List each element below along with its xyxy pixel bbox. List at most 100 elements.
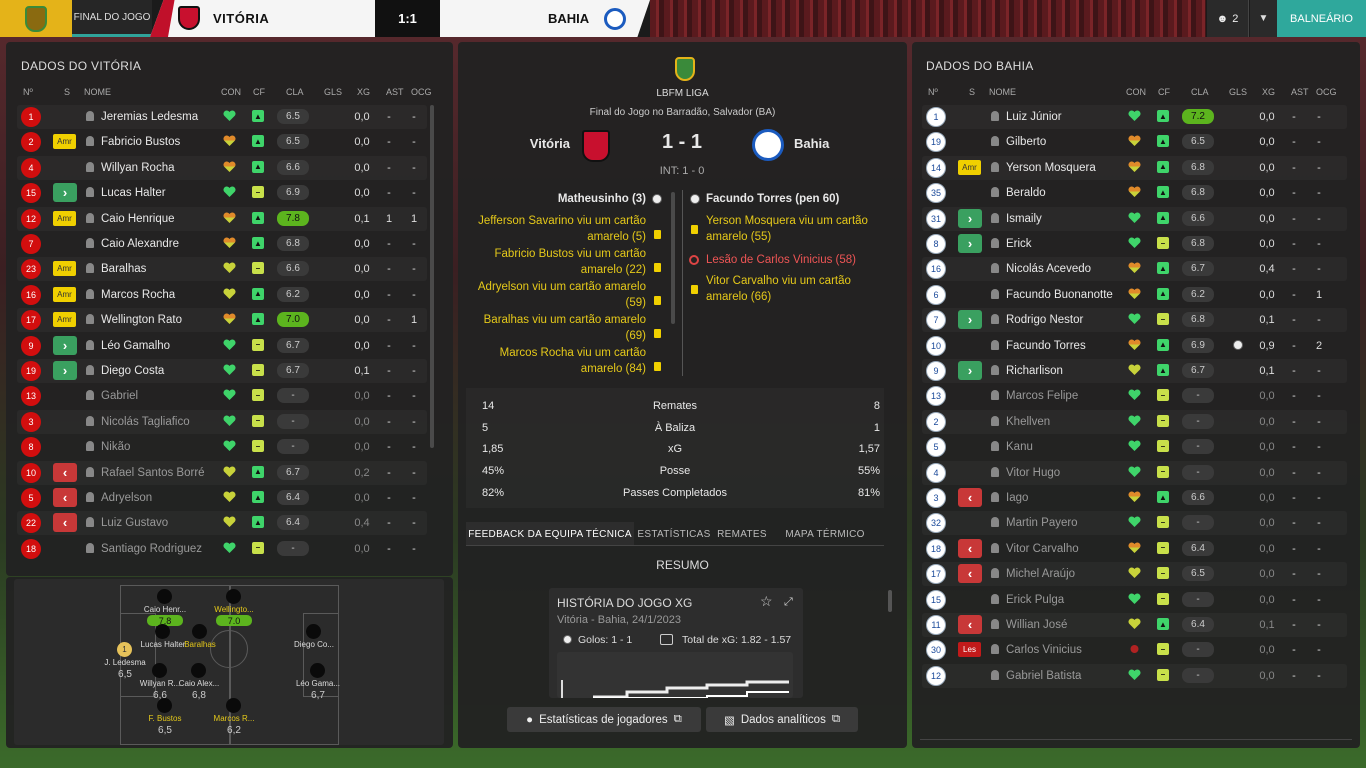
analytics-button[interactable]: ▧ Dados analíticos ⧉ [706,707,858,732]
player-name[interactable]: Ismaily [1006,213,1042,225]
player-row[interactable]: 31 › Ismaily ▲ 6.6 0,0 - - [922,207,1347,231]
player-name[interactable]: Facundo Buonanotte [1006,289,1113,301]
player-row[interactable]: 18 Santiago Rodriguez – -0,0- - [17,537,427,561]
player-row[interactable]: 16 Amr Marcos Rocha ▲ 6.2 0,0 - - [17,283,427,307]
player-name[interactable]: Willyan Rocha [101,162,175,174]
player-name[interactable]: Léo Gamalho [101,340,170,352]
center-away-team[interactable]: Bahia [794,136,829,151]
player-row[interactable]: 3 ‹ Iago ▲ 6.6 0,0 - - [922,486,1347,510]
player-name[interactable]: Luiz Gustavo [101,517,168,529]
player-row[interactable]: 9 › Léo Gamalho –6.7 0,0 - - [17,334,427,358]
player-row[interactable]: 13 Gabriel – -0,0- - [17,384,427,408]
player-marker[interactable] [192,624,207,639]
player-stats-button[interactable]: ● Estatísticas de jogadores ⧉ [507,707,701,732]
player-row[interactable]: 32 Martin Payero – -0,0- - [922,511,1347,535]
player-name[interactable]: Martin Payero [1006,517,1078,529]
player-row[interactable]: 15 Erick Pulga – -0,0- - [922,588,1347,612]
player-marker[interactable] [157,698,172,713]
player-name[interactable]: Jeremias Ledesma [101,111,198,123]
player-row[interactable]: 7 Caio Alexandre ▲ 6.8 0,0 - - [17,232,427,256]
star-icon[interactable]: ☆ [760,593,773,610]
league-logo[interactable] [0,0,72,37]
tab-0[interactable]: FEEDBACK DA EQUIPA TÉCNICA [466,522,634,546]
player-row[interactable]: 17 ‹ Michel Araújo –6.5 0,0 - - [922,562,1347,586]
player-row[interactable]: 9 › Richarlison ▲ 6.7 0,1 - - [922,359,1347,383]
player-name[interactable]: Erick [1006,238,1032,250]
tab-1[interactable]: ESTATÍSTICAS [634,522,714,546]
player-row[interactable]: 23 Amr Baralhas –6.6 0,0 - - [17,257,427,281]
player-name[interactable]: Lucas Halter [101,187,166,199]
player-marker[interactable] [155,624,170,639]
player-name[interactable]: Beraldo [1006,187,1046,199]
player-name[interactable]: Marcos Rocha [101,289,175,301]
player-row[interactable]: 17 Amr Wellington Rato ▲ 7.0 0,0 - 1 [17,308,427,332]
player-row[interactable]: 8 › Erick – 6.8 0,0 - - [922,232,1347,256]
player-marker[interactable] [226,589,241,604]
player-marker[interactable] [226,698,241,713]
player-row[interactable]: 1 Luiz Júnior ▲ 7.2 0,0 - - [922,105,1347,129]
player-name[interactable]: Rafael Santos Borré [101,467,205,479]
player-row[interactable]: 2 Khellven – -0,0- - [922,410,1347,434]
balneario-button[interactable]: BALNEÁRIO [1277,0,1366,37]
home-scrollbar[interactable] [430,105,434,448]
player-row[interactable]: 30 Les Carlos Vinicius – -0,0- - [922,638,1347,662]
player-name[interactable]: Carlos Vinicius [1006,644,1082,656]
player-row[interactable]: 14 Amr Yerson Mosquera ▲ 6.8 0,0 - - [922,156,1347,180]
player-row[interactable]: 13 Marcos Felipe – -0,0- - [922,384,1347,408]
player-marker[interactable] [310,663,325,678]
player-name[interactable]: Caio Alexandre [101,238,179,250]
player-name[interactable]: Erick Pulga [1006,594,1064,606]
player-name[interactable]: Willian José [1006,619,1067,631]
player-name[interactable]: Facundo Torres [1006,340,1086,352]
player-name[interactable]: Diego Costa [101,365,164,377]
player-row[interactable]: 4 Willyan Rocha ▲ 6.6 0,0 - - [17,156,427,180]
player-name[interactable]: Khellven [1006,416,1050,428]
player-row[interactable]: 19 › Diego Costa – 6.7 0,1 - - [17,359,427,383]
users-button[interactable]: ☻ 2 [1207,0,1249,37]
player-name[interactable]: Gabriel Batista [1006,670,1081,682]
player-row[interactable]: 8 Nikão – -0,0- - [17,435,427,459]
player-name[interactable]: Nikão [101,441,130,453]
player-name[interactable]: Nicolás Acevedo [1006,263,1091,275]
player-row[interactable]: 10 Facundo Torres ▲ 6.9 0,9 - 2 [922,334,1347,358]
player-name[interactable]: Gabriel [101,390,138,402]
player-row[interactable]: 11 ‹ Willian José ▲ 6.4 0,1 - - [922,613,1347,637]
tab-3[interactable]: MAPA TÉRMICO [770,522,880,546]
away-team-name[interactable]: BAHIA [548,11,589,26]
player-row[interactable]: 1 Jeremias Ledesma ▲ 6.5 0,0 - - [17,105,427,129]
player-marker[interactable] [152,663,167,678]
chevron-down-icon[interactable]: ▼ [1250,0,1277,37]
home-team-name[interactable]: VITÓRIA [213,11,269,26]
player-row[interactable]: 18 ‹ Vitor Carvalho –6.4 0,0 - - [922,537,1347,561]
player-marker[interactable] [191,663,206,678]
player-name[interactable]: Vitor Hugo [1006,467,1060,479]
player-row[interactable]: 35 Beraldo ▲ 6.8 0,0 - - [922,181,1347,205]
expand-icon[interactable]: ⤢ [784,596,793,609]
player-row[interactable]: 15 › Lucas Halter –6.9 0,0 - - [17,181,427,205]
player-row[interactable]: 16 Nicolás Acevedo ▲ 6.7 0,4 - - [922,257,1347,281]
center-home-team[interactable]: Vitória [510,136,570,151]
player-name[interactable]: Yerson Mosquera [1006,162,1096,174]
player-marker[interactable] [306,624,321,639]
player-name[interactable]: Baralhas [101,263,146,275]
player-name[interactable]: Fabricio Bustos [101,136,180,148]
player-name[interactable]: Rodrigo Nestor [1006,314,1083,326]
player-name[interactable]: Vitor Carvalho [1006,543,1079,555]
player-name[interactable]: Wellington Rato [101,314,182,326]
player-name[interactable]: Michel Araújo [1006,568,1075,580]
tab-2[interactable]: REMATES [714,522,770,546]
player-name[interactable]: Luiz Júnior [1006,111,1062,123]
player-row[interactable]: 4 Vitor Hugo – -0,0- - [922,461,1347,485]
player-row[interactable]: 5 Kanu – -0,0- - [922,435,1347,459]
player-name[interactable]: Marcos Felipe [1006,390,1078,402]
player-name[interactable]: Gilberto [1006,136,1046,148]
player-name[interactable]: Santiago Rodriguez [101,543,202,555]
player-row[interactable]: 5 ‹ Adryelson ▲ 6.4 0,0 - - [17,486,427,510]
player-name[interactable]: Kanu [1006,441,1033,453]
player-row[interactable]: 22 ‹ Luiz Gustavo ▲ 6.4 0,4 - - [17,511,427,535]
player-name[interactable]: Caio Henrique [101,213,175,225]
player-name[interactable]: Iago [1006,492,1028,504]
player-name[interactable]: Nicolás Tagliafico [101,416,190,428]
goalkeeper-marker[interactable]: 1 [117,642,132,657]
player-name[interactable]: Adryelson [101,492,152,504]
